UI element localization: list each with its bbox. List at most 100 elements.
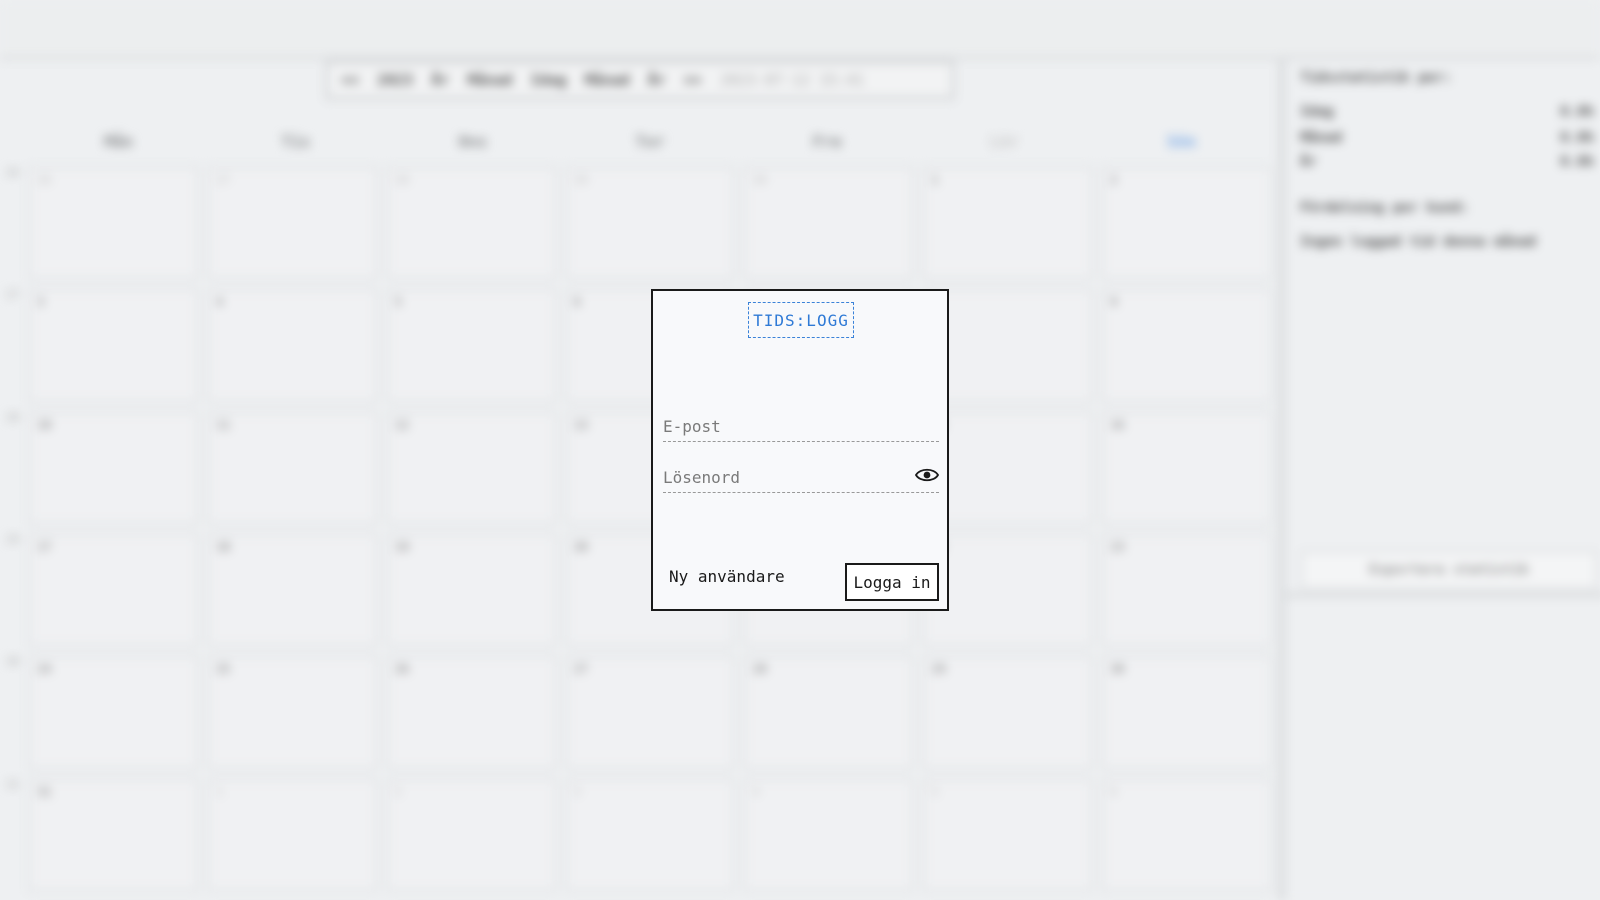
day-number: 10 bbox=[37, 417, 52, 432]
top-bar bbox=[0, 0, 1600, 60]
day-number: 26 bbox=[37, 173, 52, 187]
stats-row: Månad 0.0h bbox=[1300, 130, 1594, 146]
calendar-toolbar: << 2023 År Månad Idag Månad År >> 2023-0… bbox=[325, 60, 955, 100]
calendar-day-cell: 5 bbox=[922, 777, 1094, 892]
weekday-label: Sön bbox=[1166, 132, 1196, 151]
new-user-link[interactable]: Ny användare bbox=[669, 567, 785, 586]
calendar-day-cell: 2 bbox=[385, 777, 557, 892]
calendar-day-cell: 17 bbox=[28, 533, 199, 648]
login-button[interactable]: Logga in bbox=[845, 563, 939, 601]
calendar-day-cell: 4 bbox=[206, 288, 378, 403]
day-number: 27 bbox=[573, 662, 589, 677]
weekday-header: Mån Tis Ons Tor Fre Lör Sön bbox=[30, 132, 1270, 160]
calendar-day-cell: 29 bbox=[922, 655, 1094, 770]
day-number: 12 bbox=[394, 417, 410, 432]
stats-title-row: Tidsstatistik per: bbox=[1300, 70, 1594, 86]
stats-value: 0.0h bbox=[1560, 154, 1594, 170]
day-number: 26 bbox=[394, 662, 410, 677]
calendar-day-cell: 28 bbox=[743, 655, 915, 770]
calendar-day-cell: 4 bbox=[743, 777, 915, 892]
day-number: 30 bbox=[752, 173, 767, 187]
stats-label: År bbox=[1300, 154, 1317, 170]
day-number: 19 bbox=[394, 540, 410, 554]
calendar-day-cell: 27 bbox=[564, 655, 736, 770]
day-number: 1 bbox=[215, 784, 224, 799]
day-number: 5 bbox=[394, 295, 402, 310]
weekday-label: Mån bbox=[104, 132, 134, 151]
calendar-day-cell: 3 bbox=[28, 288, 199, 403]
calendar-day-cell: 25 bbox=[206, 655, 378, 770]
calendar-day-cell: 3 bbox=[564, 777, 736, 892]
calendar-day-cell: 1 bbox=[922, 166, 1094, 281]
day-number: 18 bbox=[215, 540, 231, 554]
day-number: 27 bbox=[215, 173, 231, 187]
calendar-day-cell: 11 bbox=[206, 410, 378, 525]
weekday-label: Lör bbox=[989, 132, 1019, 151]
email-field-wrapper bbox=[663, 411, 939, 442]
calendar-day-cell: 31 bbox=[28, 777, 199, 892]
calendar-day-cell: 9 bbox=[1101, 288, 1272, 403]
day-number: 29 bbox=[573, 173, 589, 187]
day-number: 6 bbox=[573, 295, 581, 310]
calendar-day-cell: 23 bbox=[1101, 533, 1272, 648]
sidebar-divider bbox=[1286, 592, 1600, 598]
stats-label: Månad bbox=[1300, 130, 1343, 146]
calendar-day-cell: 29 bbox=[564, 166, 736, 281]
day-number: 30 bbox=[1110, 662, 1125, 677]
week-number: 29 bbox=[6, 533, 20, 546]
stats-value: 0.0h bbox=[1560, 104, 1594, 120]
calendar-day-cell: 16 bbox=[1101, 410, 1272, 525]
week-number: 27 bbox=[6, 288, 20, 302]
day-number: 4 bbox=[215, 295, 224, 310]
weekday-label: Ons bbox=[458, 132, 488, 151]
week-number: 30 bbox=[6, 655, 20, 669]
calendar-day-cell: 26 bbox=[385, 655, 557, 770]
next-button: >> bbox=[683, 71, 702, 89]
calendar-day-cell: 30 bbox=[1101, 655, 1272, 770]
week-numbers: 26 27 28 29 30 31 bbox=[6, 166, 26, 892]
day-number: 2 bbox=[394, 784, 402, 799]
calendar-day-cell: 10 bbox=[28, 410, 199, 525]
login-dialog: TIDS:LOGG Ny användare Logga in bbox=[651, 289, 949, 611]
distribution-title: Fördelning per kund: bbox=[1300, 200, 1469, 216]
weekday-label: Fre bbox=[812, 132, 842, 151]
day-number: 31 bbox=[37, 784, 52, 799]
stats-value: 0.0h bbox=[1560, 130, 1594, 146]
day-number: 5 bbox=[931, 784, 939, 799]
year-label: 2023 bbox=[377, 71, 414, 89]
show-password-icon[interactable] bbox=[915, 466, 939, 484]
weekday-label: Tis bbox=[281, 132, 311, 151]
prev-button: << bbox=[341, 71, 360, 89]
calendar-day-cell: 28 bbox=[385, 166, 557, 281]
day-number: 28 bbox=[752, 662, 767, 677]
calendar-day-cell: 5 bbox=[385, 288, 557, 403]
day-number: 17 bbox=[37, 540, 52, 554]
calendar-day-cell: 2 bbox=[1101, 166, 1272, 281]
empty-state-text: Ingen loggad tid denna månad bbox=[1300, 234, 1537, 250]
statistics-sidebar: Tidsstatistik per: Idag 0.0h Månad 0.0h … bbox=[1278, 60, 1600, 900]
calendar-day-cell: 27 bbox=[206, 166, 378, 281]
day-number: 29 bbox=[931, 662, 946, 677]
day-number: 24 bbox=[37, 662, 52, 677]
calendar-day-cell: 30 bbox=[743, 166, 915, 281]
export-statistics-button: Exportera statistik bbox=[1300, 550, 1598, 590]
year-next-button: År bbox=[647, 71, 666, 89]
day-number: 3 bbox=[37, 295, 45, 310]
day-number: 6 bbox=[1110, 784, 1118, 799]
day-number: 25 bbox=[215, 662, 231, 677]
distribution-title-row: Fördelning per kund: bbox=[1300, 200, 1594, 216]
stats-label: Idag bbox=[1300, 104, 1334, 120]
week-number: 31 bbox=[6, 777, 20, 791]
stats-row: Idag 0.0h bbox=[1300, 104, 1594, 120]
calendar-day-cell: 1 bbox=[206, 777, 378, 892]
day-number: 4 bbox=[752, 784, 760, 799]
day-number: 9 bbox=[1110, 295, 1118, 310]
email-field[interactable] bbox=[663, 411, 939, 441]
password-field[interactable] bbox=[663, 462, 903, 492]
password-field-wrapper bbox=[663, 462, 939, 493]
stats-title: Tidsstatistik per: bbox=[1300, 70, 1452, 86]
calendar-day-cell: 6 bbox=[1101, 777, 1272, 892]
day-number: 23 bbox=[1110, 540, 1125, 554]
calendar-day-cell: 19 bbox=[385, 533, 557, 648]
calendar-day-cell: 12 bbox=[385, 410, 557, 525]
